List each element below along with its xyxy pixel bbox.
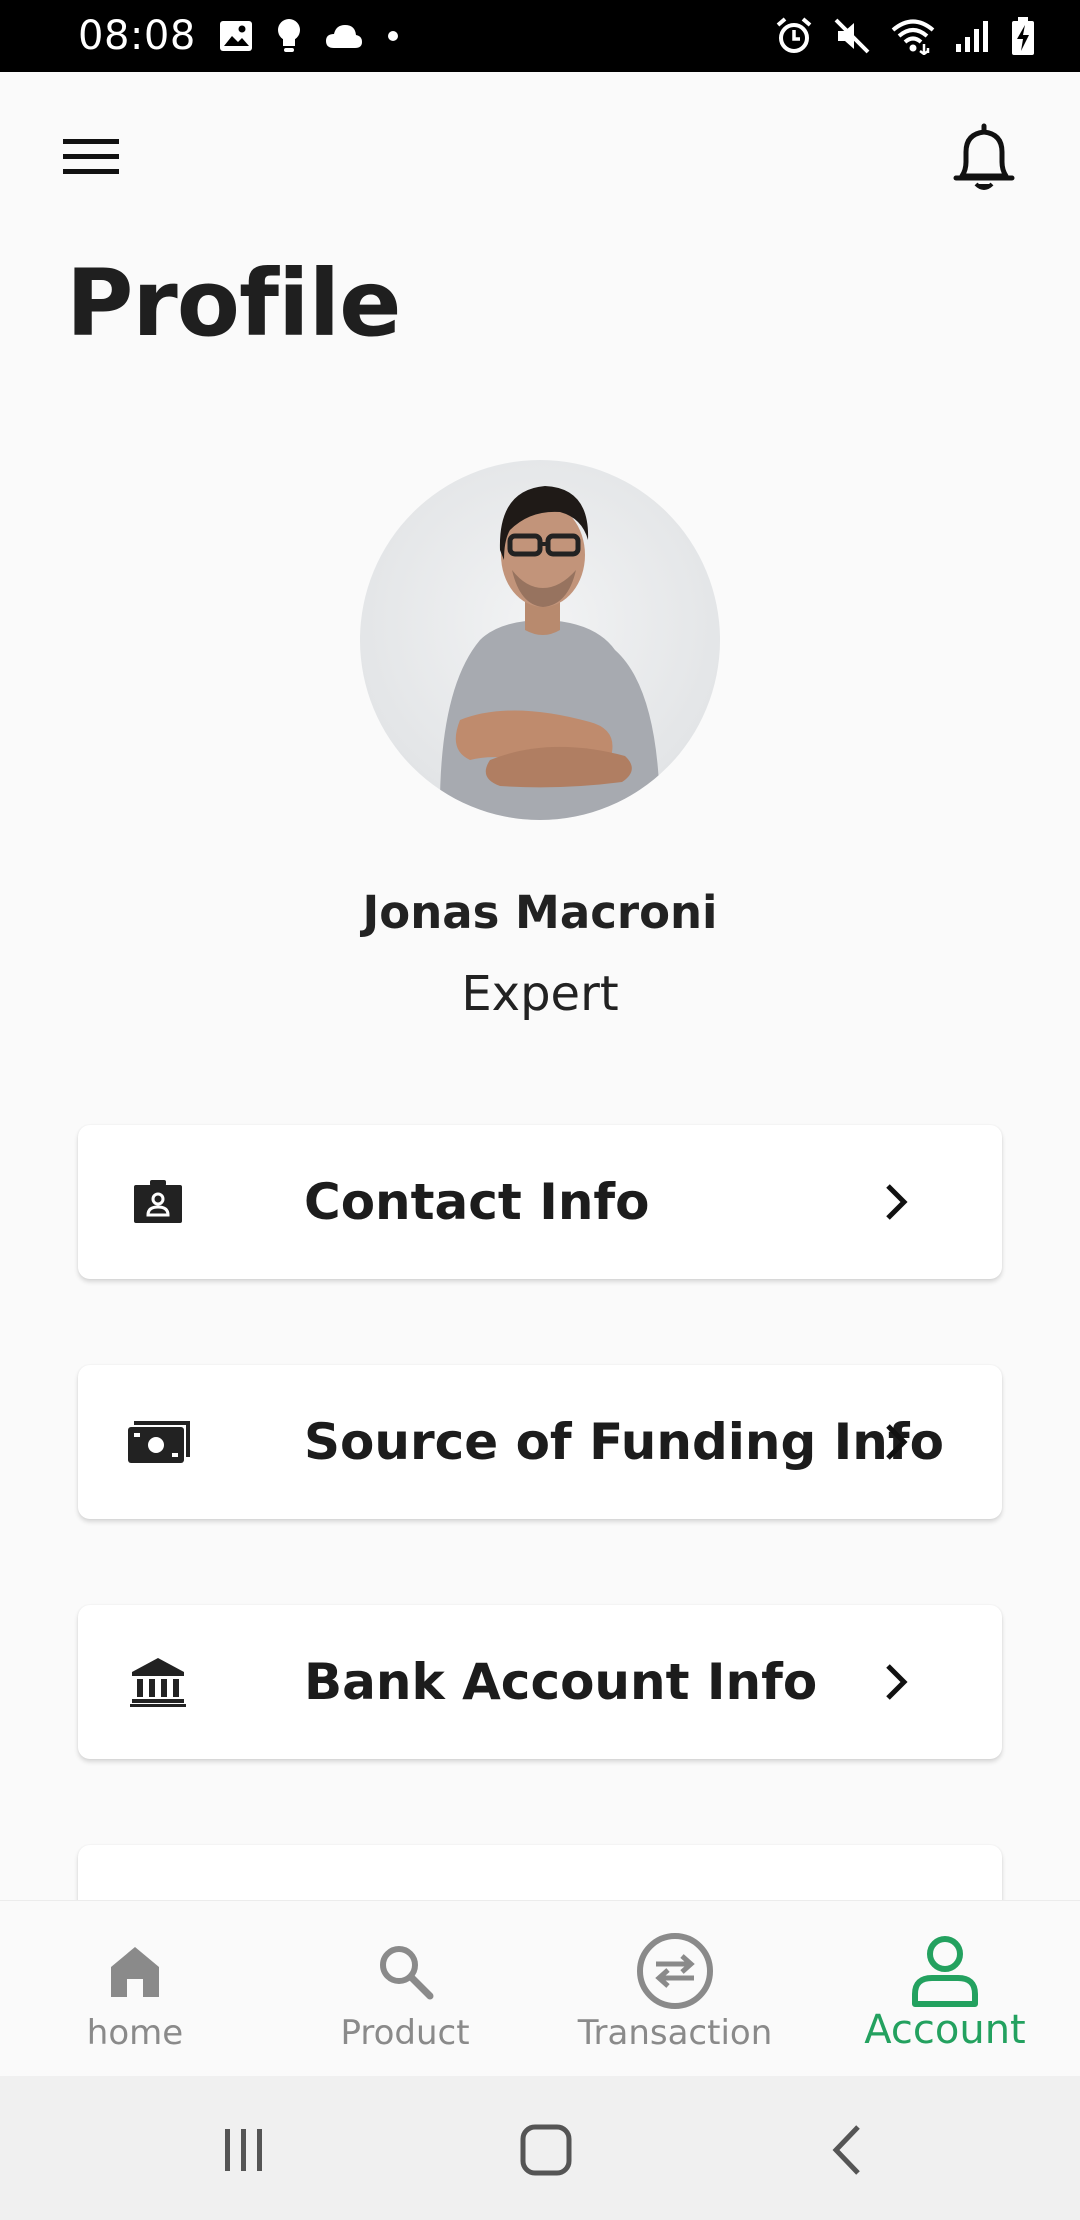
- back-button[interactable]: [808, 2118, 888, 2182]
- bank-account-label: Bank Account Info: [304, 1653, 818, 1711]
- nav-transaction[interactable]: Transaction: [540, 1901, 810, 2077]
- hamburger-menu-button[interactable]: [56, 130, 126, 184]
- nav-product[interactable]: Product: [270, 1901, 540, 2077]
- money-icon: [126, 1410, 190, 1474]
- battery-charging-icon: [1010, 16, 1036, 56]
- bank-account-card[interactable]: Bank Account Info: [78, 1605, 1002, 1759]
- user-name: Jonas Macroni: [362, 886, 718, 939]
- source-of-funding-card[interactable]: Source of Funding Info: [78, 1365, 1002, 1519]
- user-role: Expert: [461, 966, 619, 1022]
- alarm-icon: [774, 16, 814, 56]
- bottom-navigation: home Product Transaction Account: [0, 1900, 1080, 2076]
- signal-icon: [954, 18, 992, 54]
- recent-apps-button[interactable]: [204, 2118, 284, 2182]
- chevron-right-icon: [876, 1172, 916, 1232]
- system-navigation-bar: [0, 2076, 1080, 2220]
- image-icon: [218, 19, 254, 53]
- recent-apps-icon: [225, 2129, 262, 2171]
- nav-account[interactable]: Account: [810, 1901, 1080, 2077]
- mute-icon: [832, 16, 872, 56]
- cloud-icon: [324, 22, 364, 50]
- status-bar: 08:08: [0, 0, 1080, 72]
- contact-card-icon: [126, 1170, 190, 1234]
- status-time: 08:08: [78, 13, 196, 59]
- home-button[interactable]: [506, 2118, 586, 2182]
- chevron-right-icon: [876, 1412, 916, 1472]
- dot-icon: [386, 29, 400, 43]
- lightbulb-icon: [276, 18, 302, 54]
- status-left: 08:08: [78, 13, 400, 59]
- bell-icon: [953, 123, 1015, 190]
- status-right: [774, 16, 1036, 56]
- nav-product-label: Product: [340, 2013, 470, 2053]
- source-of-funding-label: Source of Funding Info: [304, 1413, 944, 1471]
- avatar-photo: [439, 486, 660, 820]
- chevron-right-icon: [876, 1652, 916, 1712]
- home-square-icon: [520, 2124, 572, 2176]
- hamburger-menu-icon: [63, 139, 119, 174]
- nav-home[interactable]: home: [0, 1901, 270, 2077]
- wifi-icon: [890, 17, 936, 55]
- profile-screen: 08:08 Profile Jonas Macroni Expert Conta…: [0, 0, 1080, 2220]
- nav-account-label: Account: [864, 2007, 1026, 2053]
- account-icon: [905, 1931, 985, 2011]
- bank-icon: [126, 1650, 190, 1714]
- transfer-icon: [635, 1931, 715, 2011]
- home-icon: [95, 1931, 175, 2011]
- contact-info-label: Contact Info: [304, 1173, 650, 1231]
- profile-avatar[interactable]: [360, 460, 720, 820]
- contact-info-card[interactable]: Contact Info: [78, 1125, 1002, 1279]
- back-icon: [832, 2125, 860, 2175]
- page-title: Profile: [66, 250, 401, 357]
- nav-home-label: home: [86, 2013, 184, 2053]
- search-icon: [365, 1931, 445, 2011]
- notification-button[interactable]: [944, 116, 1024, 200]
- nav-transaction-label: Transaction: [577, 2013, 773, 2053]
